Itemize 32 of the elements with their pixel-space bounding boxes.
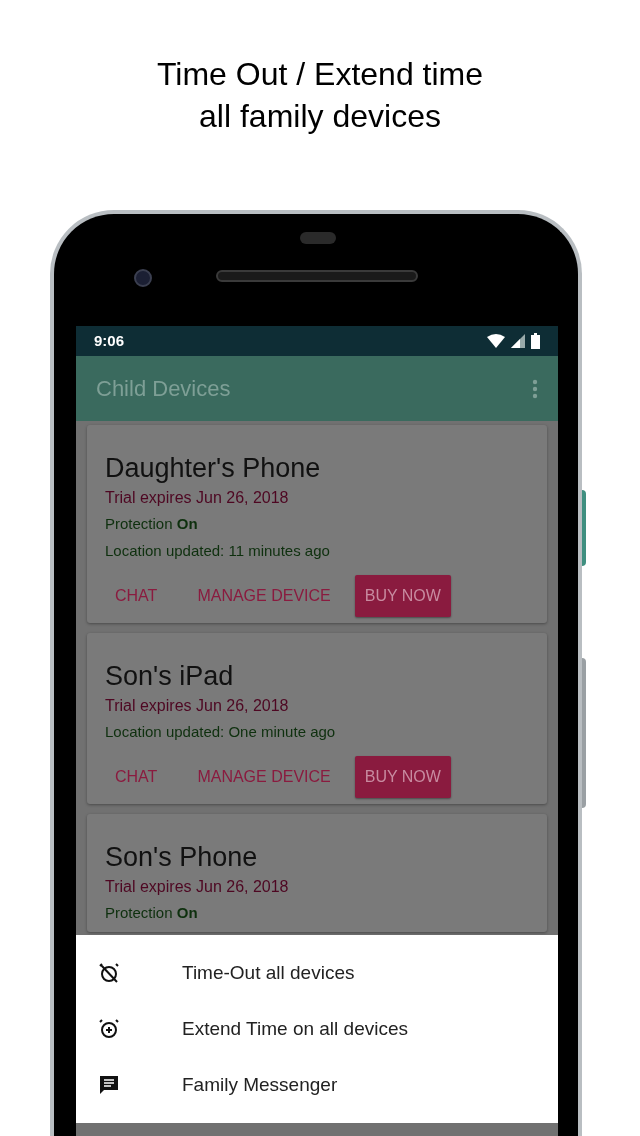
protection-status: Protection On <box>105 514 199 534</box>
sheet-item[interactable]: Extend Time on all devices <box>76 1001 558 1057</box>
headline: Time Out / Extend time <box>157 55 483 94</box>
location-text: Location updated: One minute ago <box>105 722 337 742</box>
trial-text: Trial expires Jun 26, 2018 <box>105 696 290 716</box>
signal-icon <box>511 334 525 348</box>
headline: all family devices <box>199 97 441 136</box>
buy-now-button[interactable]: BUY NOW <box>354 575 451 617</box>
action-button[interactable]: CHAT <box>99 756 174 798</box>
buy-now-button[interactable]: BUY NOW <box>354 756 451 798</box>
trial-text: Trial expires Jun 26, 2018 <box>105 877 290 897</box>
sheet-item[interactable]: Family Messenger <box>76 1057 558 1113</box>
camera-lens <box>134 269 152 287</box>
alarm-add-icon <box>97 1017 121 1041</box>
action-button[interactable]: MANAGE DEVICE <box>181 756 347 798</box>
trial-text: Trial expires Jun 26, 2018 <box>105 488 290 508</box>
protection-status: Protection On <box>105 903 199 923</box>
alarm-off-icon <box>97 961 121 985</box>
message-icon <box>97 1073 121 1097</box>
device-name: Daughter's Phone <box>105 452 322 485</box>
action-button[interactable]: CHAT <box>99 575 174 617</box>
sheet-item[interactable]: Time-Out all devices <box>76 945 558 1001</box>
location-text: Location updated: 11 minutes ago <box>105 541 331 561</box>
more-icon[interactable] <box>532 378 538 399</box>
wifi-icon <box>487 334 505 348</box>
device-name: Son's iPad <box>105 660 235 693</box>
status-time: 9:06 <box>94 330 125 351</box>
sensor-notch <box>300 232 336 244</box>
battery-icon <box>531 333 540 349</box>
device-name: Son's Phone <box>105 841 259 874</box>
app-title: Child Devices <box>96 375 231 403</box>
action-button[interactable]: MANAGE DEVICE <box>181 575 347 617</box>
